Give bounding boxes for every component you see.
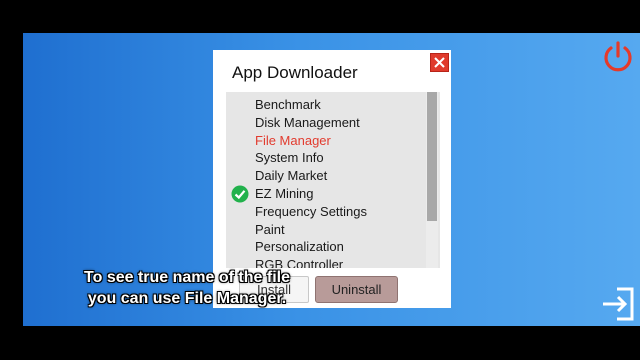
list-scrollbar[interactable] (426, 92, 438, 268)
list-item[interactable]: Daily Market (226, 167, 426, 185)
scroll-thumb[interactable] (427, 92, 437, 221)
close-icon (434, 57, 445, 68)
close-button[interactable] (430, 53, 449, 72)
letterbox-bottom (0, 326, 640, 360)
list-item-label: Personalization (255, 239, 344, 255)
list-item[interactable]: Benchmark (226, 96, 426, 114)
app-list[interactable]: Benchmark Disk Management File Manager Syst… (226, 92, 440, 268)
list-item[interactable]: System Info (226, 149, 426, 167)
check-icon (231, 185, 249, 203)
list-item[interactable]: Personalization (226, 238, 426, 256)
exit-icon[interactable] (599, 285, 637, 323)
dialog-title: App Downloader (232, 63, 358, 82)
list-item[interactable]: Frequency Settings (226, 203, 426, 221)
caption-line-1: To see true name of the file (84, 269, 290, 286)
list-item[interactable]: EZ Mining (226, 185, 426, 203)
list-item-label: EZ Mining (255, 185, 314, 201)
list-item[interactable]: File Manager (226, 132, 426, 150)
letterbox-top (0, 0, 640, 33)
list-item-label: Disk Management (255, 114, 360, 130)
list-item[interactable]: Disk Management (226, 114, 426, 132)
list-item-label: Paint (255, 221, 285, 237)
caption-line-2: you can use File Manager. (87, 290, 287, 307)
list-item-label: Benchmark (255, 97, 321, 112)
app-list-items: Benchmark Disk Management File Manager Syst… (226, 96, 426, 268)
subtitle-caption: To see true name of the file you can use… (62, 267, 312, 309)
list-item-label: Frequency Settings (255, 203, 368, 219)
list-item-label: File Manager (255, 132, 331, 148)
list-item-label: System Info (255, 150, 324, 166)
list-item-label: Daily Market (255, 168, 328, 184)
uninstall-button[interactable]: Uninstall (315, 276, 398, 303)
power-icon[interactable] (601, 40, 635, 74)
list-item[interactable]: Paint (226, 221, 426, 239)
